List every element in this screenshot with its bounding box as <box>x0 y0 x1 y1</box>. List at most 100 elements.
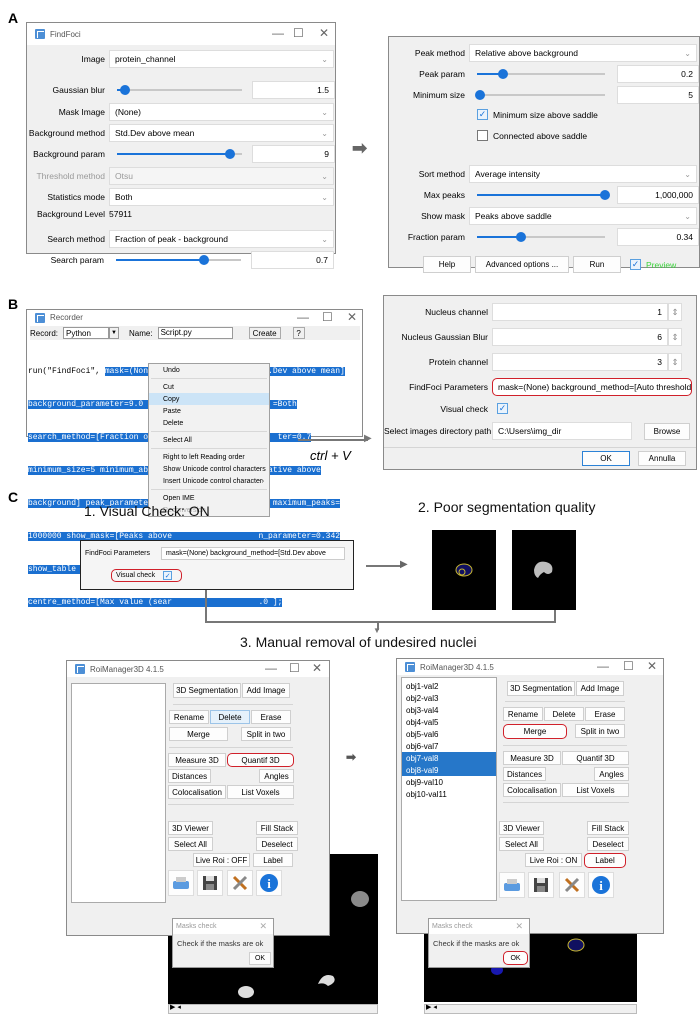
minsize-input[interactable]: 5 <box>617 86 699 104</box>
roi-list[interactable] <box>71 683 166 903</box>
tools-icon[interactable] <box>227 870 253 896</box>
merge-button[interactable]: Merge <box>169 727 228 741</box>
measure-3d-button[interactable]: Measure 3D <box>168 753 226 767</box>
erase-button[interactable]: Erase <box>585 707 625 721</box>
live-roi-button[interactable]: Live Roi : ON <box>525 853 582 867</box>
fraction-input[interactable]: 0.34 <box>617 228 699 246</box>
roi-list-item[interactable]: obj10-val11 <box>402 788 496 800</box>
step1-findfoci-input[interactable]: mask=(None) background_method=[Std.Dev a… <box>161 547 345 560</box>
menu-item-insert-unicode[interactable]: Insert Unicode control character › <box>149 475 269 487</box>
stack-scrollbar[interactable] <box>424 1004 637 1014</box>
distances-button[interactable]: Distances <box>168 769 211 783</box>
slider-knob[interactable] <box>600 190 610 200</box>
minimize-button[interactable]: — <box>297 310 309 324</box>
maximize-button[interactable]: ☐ <box>623 659 634 673</box>
help-button[interactable]: ? <box>292 327 305 339</box>
menu-item-rtl[interactable]: Right to left Reading order <box>149 451 269 463</box>
stats-select[interactable]: Both ⌄ <box>109 188 334 206</box>
maxpeaks-slider[interactable] <box>477 186 610 204</box>
browse-button[interactable]: Browse <box>644 422 690 440</box>
checkbox-unchecked-icon[interactable] <box>477 130 488 141</box>
minimize-button[interactable]: — <box>597 659 609 673</box>
stack-scrollbar[interactable] <box>168 1004 378 1014</box>
play-icon[interactable]: ▶ ◂ <box>170 1003 181 1011</box>
roi-list-item[interactable]: obj7-val8 <box>402 752 496 764</box>
gaussian-slider[interactable] <box>117 81 242 99</box>
close-button[interactable]: ✕ <box>319 26 329 40</box>
roi-list-item[interactable]: obj2-val3 <box>402 692 496 704</box>
bgparam-input[interactable]: 9 <box>252 145 335 163</box>
add-image-button[interactable]: Add Image <box>576 681 624 696</box>
spinner-icon[interactable]: ⇕ <box>668 328 682 346</box>
tools-icon[interactable] <box>559 872 585 898</box>
gaussian-input[interactable]: 1.5 <box>252 81 335 99</box>
print-icon[interactable] <box>168 870 194 896</box>
angles-button[interactable]: Angles <box>594 767 629 781</box>
play-icon[interactable]: ▶ ◂ <box>426 1003 437 1011</box>
spinner-icon[interactable]: ⇕ <box>668 353 682 371</box>
image-select[interactable]: protein_channel ⌄ <box>109 50 334 68</box>
label-button[interactable]: Label <box>584 853 626 868</box>
rename-button[interactable]: Rename <box>169 710 209 724</box>
peakparam-slider[interactable] <box>477 65 605 83</box>
slider-knob[interactable] <box>497 69 508 79</box>
checkbox-checked-icon[interactable]: ✓ <box>630 259 641 270</box>
run-button[interactable]: Run <box>573 256 621 273</box>
masks-ok-button[interactable]: OK <box>503 951 528 965</box>
maximize-button[interactable]: ☐ <box>293 26 304 40</box>
create-button[interactable]: Create <box>248 327 281 339</box>
bgparam-slider[interactable] <box>117 145 242 163</box>
list-voxels-button[interactable]: List Voxels <box>562 783 629 797</box>
3d-viewer-button[interactable]: 3D Viewer <box>499 821 544 835</box>
fill-stack-button[interactable]: Fill Stack <box>587 821 629 835</box>
minsize-saddle-checkbox[interactable]: ✓ Minimum size above saddle <box>477 109 598 120</box>
list-voxels-button[interactable]: List Voxels <box>227 785 294 799</box>
advanced-options-button[interactable]: Advanced options ... <box>475 256 569 273</box>
roi-list[interactable]: obj1-val2 obj2-val3 obj3-val4 obj4-val5 obj5… <box>401 677 497 901</box>
checkbox-checked-icon[interactable]: ✓ <box>163 571 173 580</box>
menu-item-show-unicode[interactable]: Show Unicode control characters <box>149 463 269 475</box>
quantif-3d-button[interactable]: Quantif 3D <box>227 753 294 767</box>
menu-item-select-all[interactable]: Select All <box>149 434 269 446</box>
roi-list-item[interactable]: obj6-val7 <box>402 740 496 752</box>
quantif-3d-button[interactable]: Quantif 3D <box>562 751 629 765</box>
split-button[interactable]: Split in two <box>241 727 291 741</box>
menu-item-paste[interactable]: Paste <box>149 405 269 417</box>
connected-saddle-checkbox[interactable]: Connected above saddle <box>477 130 587 141</box>
info-icon[interactable]: i <box>256 870 282 896</box>
step1-visual-check[interactable]: Visual check ✓ <box>111 569 183 582</box>
add-image-button[interactable]: Add Image <box>242 683 290 698</box>
name-input[interactable]: Script.py <box>157 327 233 339</box>
live-roi-button[interactable]: Live Roi : OFF <box>193 853 250 867</box>
preview-checkbox[interactable]: ✓ Preview <box>630 259 676 270</box>
deselect-button[interactable]: Deselect <box>256 837 298 851</box>
minimize-button[interactable]: — <box>272 26 284 40</box>
roi-list-item[interactable]: obj4-val5 <box>402 716 496 728</box>
close-icon[interactable]: ✕ <box>515 921 523 932</box>
findfoci-params-input[interactable]: mask=(None) background_method=[Auto thre… <box>492 378 692 396</box>
close-button[interactable]: ✕ <box>347 310 357 324</box>
info-icon[interactable]: i <box>588 872 614 898</box>
searchparam-slider[interactable] <box>116 251 241 269</box>
mask-select[interactable]: (None) ⌄ <box>109 103 334 121</box>
roi-list-item[interactable]: obj5-val6 <box>402 728 496 740</box>
delete-button[interactable]: Delete <box>544 707 584 721</box>
showmask-select[interactable]: Peaks above saddle ⌄ <box>469 207 697 225</box>
roi-list-item[interactable]: obj8-val9 <box>402 764 496 776</box>
3d-viewer-button[interactable]: 3D Viewer <box>168 821 213 835</box>
peak-select[interactable]: Relative above background ⌄ <box>469 44 697 62</box>
rename-button[interactable]: Rename <box>503 707 543 721</box>
directory-input[interactable]: C:\Users\img_dir <box>492 422 632 440</box>
menu-item-delete[interactable]: Delete <box>149 417 269 429</box>
roi-list-item[interactable]: obj3-val4 <box>402 704 496 716</box>
slider-knob[interactable] <box>224 149 235 159</box>
checkbox-checked-icon[interactable]: ✓ <box>477 109 488 120</box>
roi-list-item[interactable]: obj1-val2 <box>402 680 496 692</box>
roi-list-item[interactable]: obj9-val10 <box>402 776 496 788</box>
peakparam-input[interactable]: 0.2 <box>617 65 699 83</box>
fraction-slider[interactable] <box>477 228 605 246</box>
ok-button[interactable]: OK <box>582 451 630 466</box>
search-select[interactable]: Fraction of peak - background ⌄ <box>109 230 334 248</box>
nucleus-blur-input[interactable]: 6 <box>492 328 668 346</box>
select-all-button[interactable]: Select All <box>168 837 213 851</box>
